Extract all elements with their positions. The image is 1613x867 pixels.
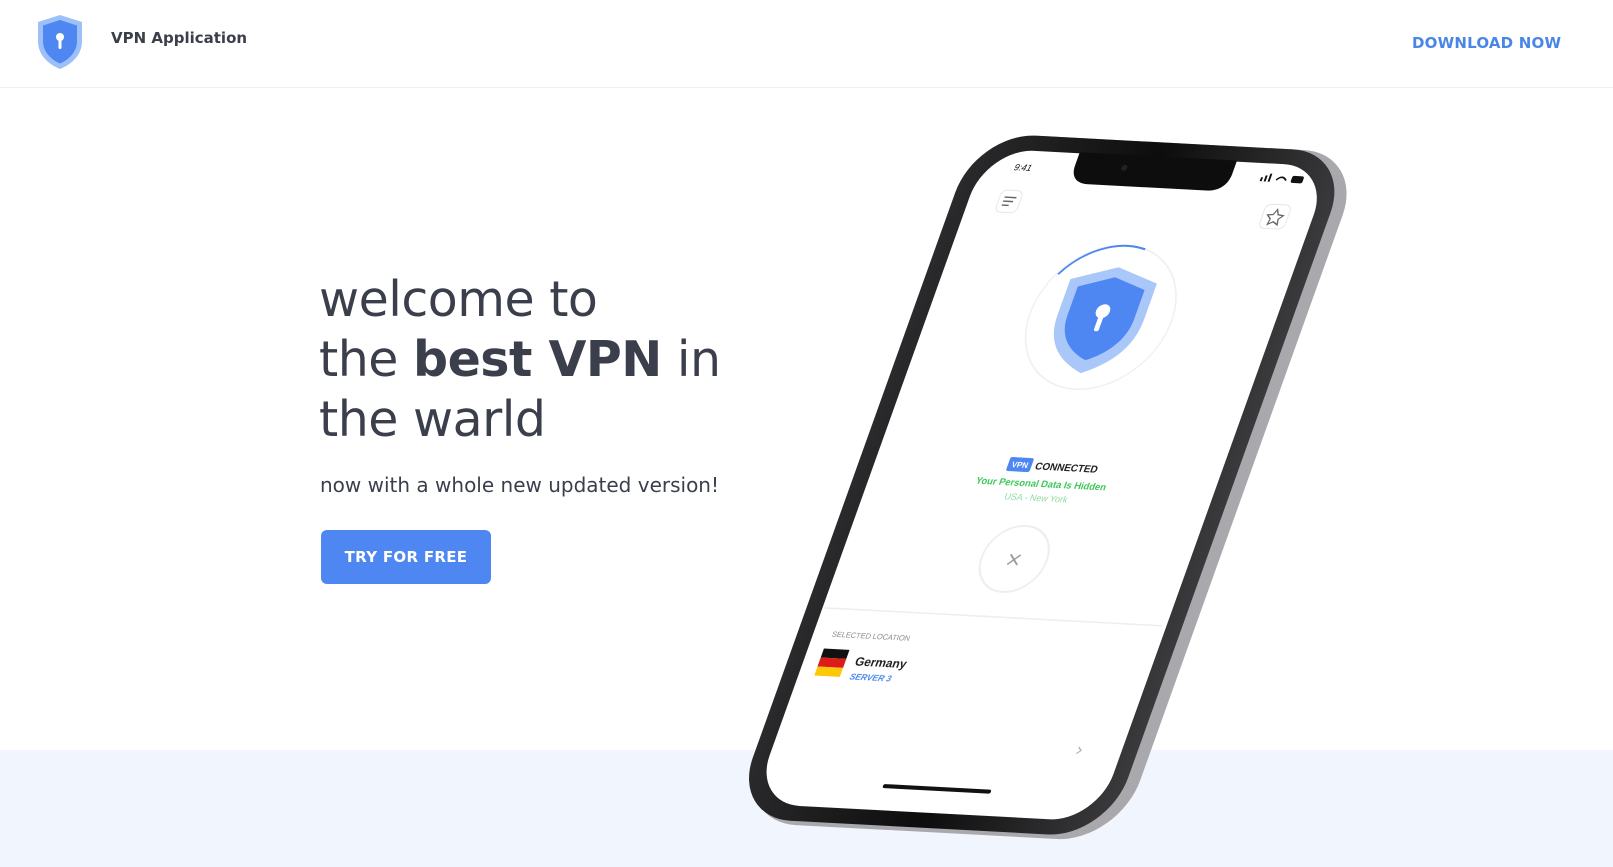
hero-title-emphasis: best VPN xyxy=(413,331,662,388)
hero-title-line2-post: in xyxy=(661,331,721,388)
top-navbar: VPN Application DOWNLOAD NOW xyxy=(0,0,1613,88)
hero-title-line1: welcome to xyxy=(319,271,598,328)
selected-country[interactable]: Germany xyxy=(853,655,909,671)
phone-mockup: 9:41 VPN CONNECTED Your Personal Data Is… xyxy=(749,135,1347,840)
try-for-free-button[interactable]: TRY FOR FREE xyxy=(321,530,491,584)
brand-name: VPN Application xyxy=(111,29,248,47)
vpn-tag-label: VPN xyxy=(1010,460,1029,470)
hero-subtitle: now with a whole new updated version! xyxy=(320,473,720,497)
hero-title: welcome to the best VPN in the warld xyxy=(319,270,779,450)
hero-title-line3: the warld xyxy=(319,391,546,448)
hero-title-line2-pre: the xyxy=(319,331,413,388)
status-time: 9:41 xyxy=(1013,162,1034,173)
shield-lock-icon[interactable] xyxy=(35,13,85,70)
download-now-link[interactable]: DOWNLOAD NOW xyxy=(1412,34,1561,52)
